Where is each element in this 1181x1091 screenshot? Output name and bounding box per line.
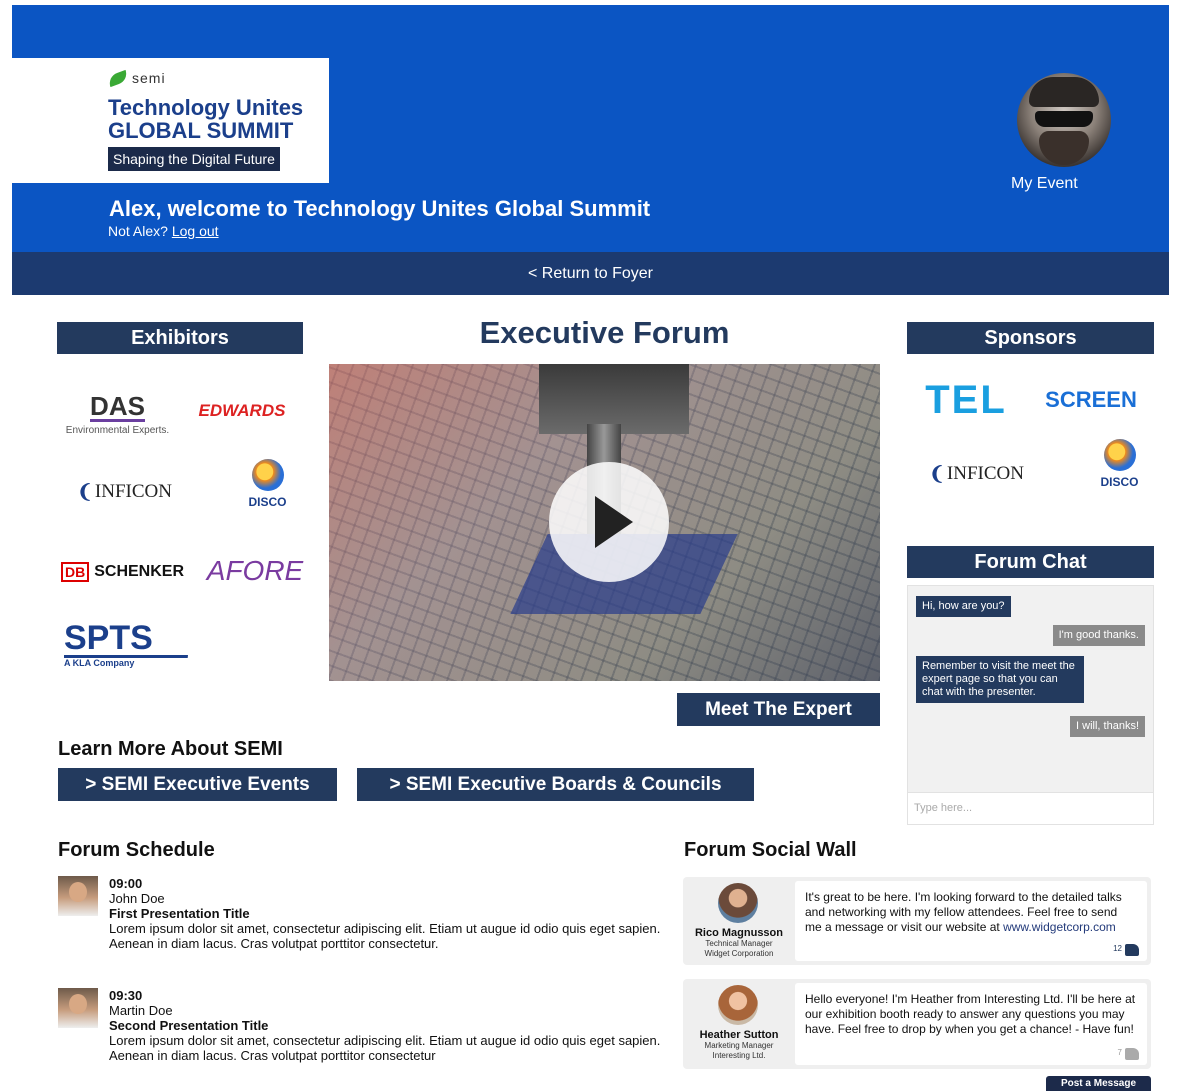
sponsor-logo-inficon[interactable]: ❨ INFICON <box>914 460 1039 488</box>
author-avatar <box>718 985 758 1025</box>
summit-logo[interactable]: semi Technology Unites GLOBAL SUMMIT Sha… <box>12 58 329 183</box>
chat-panel: Hi, how are you? I'm good thanks. Rememb… <box>907 585 1154 825</box>
semi-leaf-icon <box>106 69 130 87</box>
social-post: Rico Magnusson Technical Manager Widget … <box>683 877 1151 965</box>
chat-message: Remember to visit the meet the expert pa… <box>916 656 1084 703</box>
exhibitor-logo-inficon[interactable]: ❨ INFICON <box>62 478 187 506</box>
avatar-hair <box>1029 77 1099 107</box>
post-body: Hello everyone! I'm Heather from Interes… <box>795 983 1147 1065</box>
inficon-wordmark: INFICON <box>946 463 1024 484</box>
chat-message: Hi, how are you? <box>916 596 1011 617</box>
like-count: 12 <box>1113 944 1122 953</box>
semi-wordmark: semi <box>132 70 166 86</box>
author-role: Marketing Manager Interesting Ltd. <box>683 1041 795 1061</box>
site-header: semi Technology Unites GLOBAL SUMMIT Sha… <box>12 5 1169 252</box>
author-name: Heather Sutton <box>699 1029 779 1041</box>
schedule-time: 09:30 <box>109 988 143 1003</box>
post-text: Hello everyone! I'm Heather from Interes… <box>805 992 1136 1036</box>
semi-executive-events-button[interactable]: > SEMI Executive Events <box>58 768 337 801</box>
semi-boards-councils-button[interactable]: > SEMI Executive Boards & Councils <box>357 768 754 801</box>
schenker-wordmark: SCHENKER <box>94 563 185 580</box>
exhibitor-logo-afore[interactable]: AFORE <box>206 553 304 589</box>
logout-link[interactable]: Log out <box>172 223 219 239</box>
social-wall-heading: Forum Social Wall <box>684 839 857 861</box>
inficon-mark-icon: ❨ <box>77 481 93 503</box>
chat-message: I'm good thanks. <box>1052 625 1145 646</box>
schedule-item-details: 09:30 Martin Doe Second Presentation Tit… <box>109 988 669 1063</box>
schedule-description: Lorem ipsum dolor sit amet, consectetur … <box>109 1033 661 1063</box>
thumbs-up-icon <box>1125 944 1139 956</box>
chat-input[interactable]: Type here... <box>908 792 1153 824</box>
das-wordmark: DAS <box>90 390 145 422</box>
exhibitors-heading: Exhibitors <box>57 322 303 354</box>
author-title: Marketing Manager <box>704 1041 774 1050</box>
schedule-speaker: Martin Doe <box>109 1003 173 1018</box>
logo-title-line1: Technology Unites <box>108 95 304 120</box>
forum-chat-heading: Forum Chat <box>907 546 1154 578</box>
not-user-line: Not Alex? Log out <box>108 223 219 239</box>
exhibitor-logo-schenker[interactable]: DB SCHENKER <box>60 558 185 586</box>
post-link[interactable]: www.widgetcorp.com <box>1003 920 1116 934</box>
semi-logo: semi <box>106 69 166 87</box>
user-avatar[interactable] <box>1017 73 1111 167</box>
exhibitor-logo-edwards[interactable]: EDWARDS <box>186 398 298 424</box>
speaker-photo <box>58 988 98 1028</box>
author-name: Rico Magnusson <box>694 927 783 939</box>
schedule-speaker: John Doe <box>109 891 165 906</box>
my-event-link[interactable]: My Event <box>1011 175 1078 193</box>
social-post: Heather Sutton Marketing Manager Interes… <box>683 979 1151 1069</box>
author-avatar <box>718 883 758 923</box>
meet-the-expert-button[interactable]: Meet The Expert <box>677 693 880 726</box>
post-author: Rico Magnusson Technical Manager Widget … <box>683 877 795 965</box>
return-to-foyer-link[interactable]: < Return to Foyer <box>528 265 653 283</box>
learn-more-heading: Learn More About SEMI <box>58 738 283 760</box>
schedule-heading: Forum Schedule <box>58 839 215 861</box>
spts-tagline: A KLA Company <box>64 654 188 668</box>
inficon-mark-icon: ❨ <box>929 463 945 485</box>
sponsor-logo-tel[interactable]: TEL <box>916 378 1016 422</box>
exhibitor-logo-disco[interactable]: DISCO <box>230 452 305 516</box>
author-company: Interesting Ltd. <box>712 1051 766 1060</box>
sponsor-logo-screen[interactable]: SCREEN <box>1033 386 1149 414</box>
video-player[interactable] <box>329 364 880 681</box>
foyer-bar: < Return to Foyer <box>12 252 1169 295</box>
avatar-beard <box>1039 131 1089 165</box>
schedule-time: 09:00 <box>109 876 143 891</box>
disco-wordmark: DISCO <box>248 495 287 509</box>
spts-wordmark: SPTS <box>64 618 153 657</box>
avatar-sunglasses <box>1035 111 1093 127</box>
post-message-button[interactable]: Post a Message <box>1046 1076 1151 1091</box>
chat-message: I will, thanks! <box>1070 716 1145 737</box>
sponsors-heading: Sponsors <box>907 322 1154 354</box>
sponsor-logo-disco[interactable]: DISCO <box>1082 432 1157 496</box>
speaker-photo <box>58 876 98 916</box>
thumbs-up-icon <box>1125 1048 1139 1060</box>
disco-globe-icon <box>251 459 284 491</box>
author-company: Widget Corporation <box>704 949 774 958</box>
inficon-wordmark: INFICON <box>94 481 172 502</box>
like-button[interactable]: 7 <box>1118 1045 1139 1060</box>
page-title: Executive Forum <box>479 315 730 350</box>
disco-globe-icon <box>1103 439 1136 471</box>
post-author: Heather Sutton Marketing Manager Interes… <box>683 979 795 1069</box>
disco-wordmark: DISCO <box>1100 475 1139 489</box>
schedule-title: First Presentation Title <box>109 906 250 921</box>
welcome-heading: Alex, welcome to Technology Unites Globa… <box>109 196 651 221</box>
exhibitor-logo-spts[interactable]: SPTS A KLA Company <box>64 618 192 670</box>
author-role: Technical Manager Widget Corporation <box>683 939 795 959</box>
db-mark: DB <box>60 562 90 582</box>
das-tagline: Environmental Experts. <box>65 424 170 436</box>
play-icon[interactable] <box>549 462 669 582</box>
post-body: It's great to be here. I'm looking forwa… <box>795 881 1147 961</box>
logo-tagline: Shaping the Digital Future <box>108 147 280 171</box>
schedule-description: Lorem ipsum dolor sit amet, consectetur … <box>109 921 661 951</box>
logo-title-line2: GLOBAL SUMMIT <box>108 118 294 143</box>
not-user-text: Not Alex? <box>108 223 168 239</box>
schedule-item-details: 09:00 John Doe First Presentation Title … <box>109 876 669 951</box>
like-button[interactable]: 12 <box>1113 941 1139 956</box>
like-count: 7 <box>1117 1048 1122 1057</box>
exhibitor-logo-das[interactable]: DAS Environmental Experts. <box>60 388 175 440</box>
schedule-title: Second Presentation Title <box>109 1018 269 1033</box>
author-title: Technical Manager <box>705 939 773 948</box>
